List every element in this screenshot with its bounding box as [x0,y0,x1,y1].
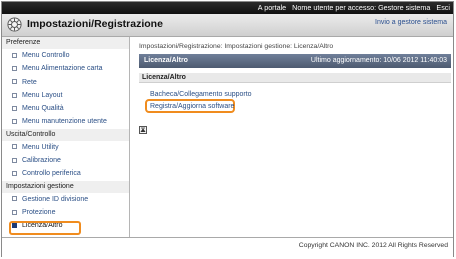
main-content: Impostazioni/Registrazione: Impostazioni… [131,37,453,237]
sidebar-item-label: Protezione [22,208,56,216]
bullet-icon [12,105,17,111]
bullet-icon [12,209,17,215]
info-bar-title: Licenza/Altro [144,57,188,64]
sidebar-item-label: Menu Utility [22,143,59,151]
portal-link[interactable]: A portale [258,3,286,12]
sidebar-section-management: Impostazioni gestione [2,180,129,193]
title-bar: Impostazioni/Registrazione Invio a gesto… [2,14,453,37]
sidebar-item-label: Controllo periferica [22,170,81,178]
settings-icon [7,17,22,32]
top-links: A portale Nome utente per accesso: Gesto… [254,2,450,14]
sidebar-item-label: Menu Layout [22,91,63,99]
sidebar-item-label: Calibrazione [22,157,61,165]
sidebar-item-protezione[interactable]: Protezione [2,206,129,219]
bullet-icon [12,65,17,71]
app-window: A portale Nome utente per accesso: Gesto… [1,1,454,257]
breadcrumb: Impostazioni/Registrazione: Impostazioni… [139,43,334,50]
bullet-icon [12,196,17,202]
bullet-icon [12,79,17,85]
sidebar-item-label: Menu manutenzione utente [22,118,107,126]
sidebar-item-gestione-id-divisione[interactable]: Gestione ID divisione [2,193,129,206]
sidebar-item-rete[interactable]: Rete [2,76,129,89]
active-item-highlight [9,221,81,235]
support-link[interactable]: Bacheca/Collegamento supporto [150,91,252,98]
sidebar-item-label: Menu Alimentazione carta [22,65,103,73]
user-label: Nome utente per accesso: Gestore sistema [292,3,431,12]
sidebar-item-label: Menu Controllo [22,52,70,59]
sidebar-item-label: Menu Qualità [22,105,64,113]
bullet-icon [12,157,17,163]
back-to-top-icon[interactable] [139,126,147,134]
sidebar-item-menu-layout[interactable]: Menu Layout [2,89,129,102]
page-title: Impostazioni/Registrazione [27,18,163,30]
sidebar-item-label: Rete [22,78,37,86]
register-update-software-link[interactable]: Registra/Aggiorna software [150,103,234,110]
sidebar-item-menu-controllo[interactable]: Menu Controllo [2,49,129,62]
sidebar-section-output: Uscita/Controllo [2,128,129,141]
top-bar: A portale Nome utente per accesso: Gesto… [2,2,453,14]
copyright: Copyright CANON INC. 2012 All Rights Res… [298,242,448,249]
last-updated: Ultimo aggiornamento: 10/06 2012 11:40:0… [310,57,447,64]
sidebar: Preferenze Menu Controllo Menu Alimentaz… [2,37,130,237]
bullet-icon [12,171,17,177]
sidebar-item-calibrazione[interactable]: Calibrazione [2,154,129,167]
section-title: Licenza/Altro [139,73,451,83]
sidebar-item-label: Gestione ID divisione [22,195,89,203]
bullet-icon [12,52,17,58]
logout-link[interactable]: Esci [436,3,450,12]
bullet-icon [12,144,17,150]
footer: Copyright CANON INC. 2012 All Rights Res… [2,237,453,257]
sidebar-item-controllo-periferica[interactable]: Controllo periferica [2,167,129,180]
sidebar-item-menu-alimentazione-carta[interactable]: Menu Alimentazione carta [2,62,129,75]
bullet-icon [12,119,17,125]
info-bar: Licenza/Altro Ultimo aggiornamento: 10/0… [139,54,451,68]
sidebar-section-preferences: Preferenze [2,37,129,49]
sidebar-item-menu-utility[interactable]: Menu Utility [2,141,129,154]
send-to-admin-link[interactable]: Invio a gestore sistema [375,19,447,26]
sidebar-item-menu-manutenzione-utente[interactable]: Menu manutenzione utente [2,115,129,128]
bullet-icon [12,92,17,98]
sidebar-item-menu-qualita[interactable]: Menu Qualità [2,102,129,115]
